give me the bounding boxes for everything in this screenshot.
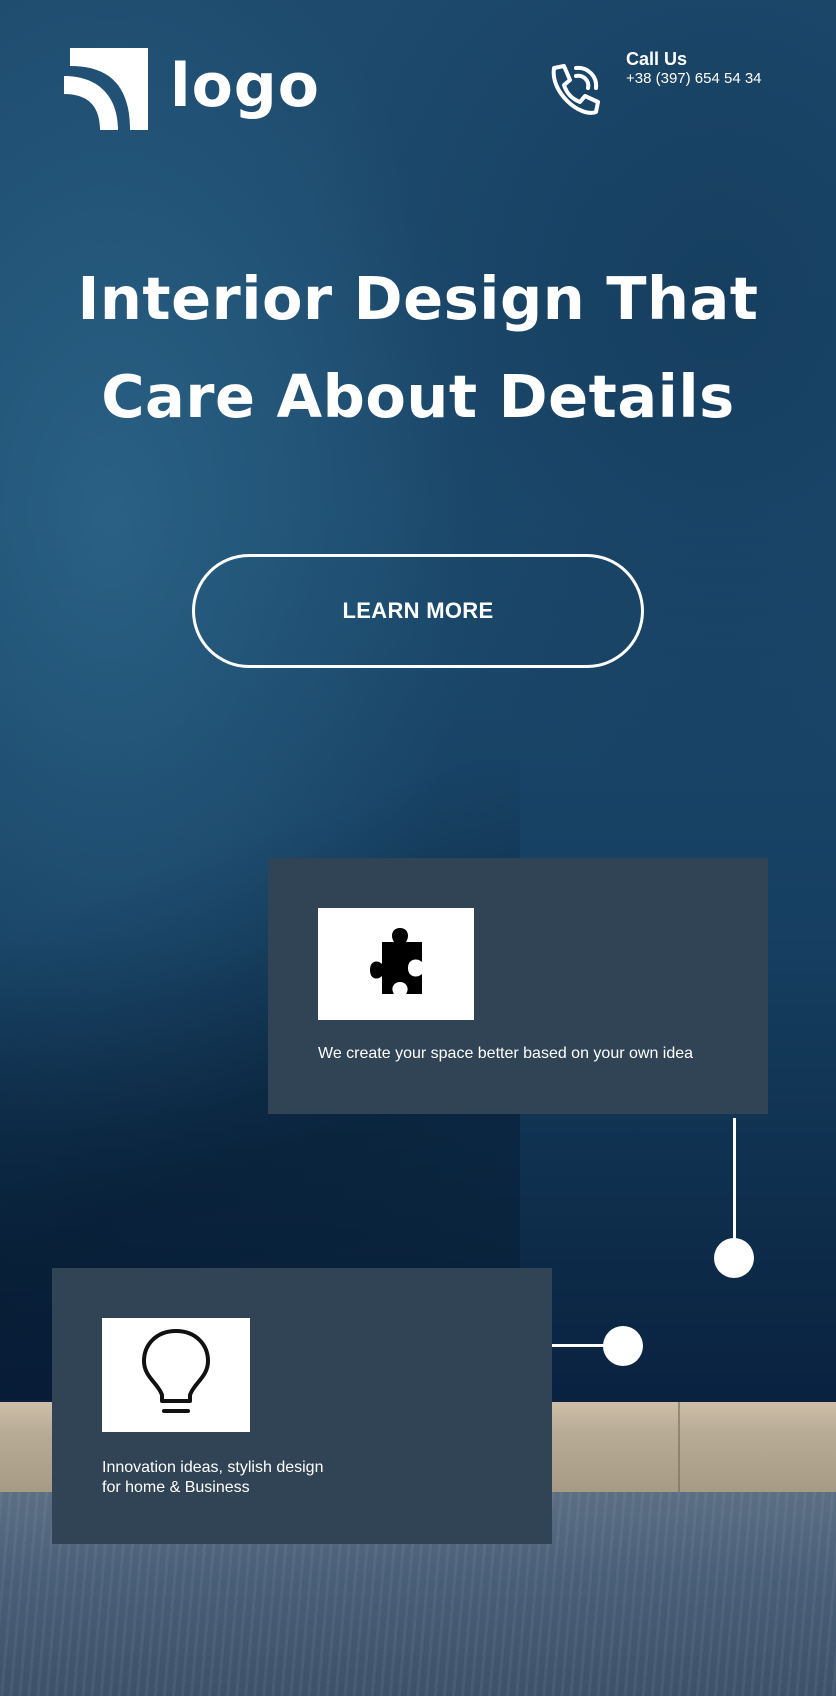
- feature-card: We create your space better based on you…: [268, 858, 768, 1114]
- feature-text: Innovation ideas, stylish design for hom…: [102, 1458, 342, 1498]
- floor-seam: [678, 1402, 680, 1492]
- contact-text: Call Us +38 (397) 654 54 34: [626, 48, 762, 88]
- feature-icon-box: [318, 908, 474, 1020]
- hero-title-line: Interior Design That: [77, 264, 759, 333]
- feature-card: Innovation ideas, stylish design for hom…: [52, 1268, 552, 1544]
- phone-icon: [551, 64, 600, 115]
- hero-title-line: Care About Details: [101, 362, 735, 431]
- feature-text-line: for home & Business: [102, 1479, 250, 1496]
- feature-icon-box: [102, 1318, 250, 1432]
- hero-title: Interior Design That Care About Details: [40, 250, 796, 446]
- learn-more-button[interactable]: LEARN MORE: [192, 554, 644, 668]
- contact-block[interactable]: Call Us +38 (397) 654 54 34: [540, 48, 762, 124]
- connector-dot: [714, 1238, 754, 1278]
- logo-text: logo: [170, 51, 320, 121]
- connector-line: [552, 1344, 608, 1347]
- lightbulb-icon: [142, 1329, 210, 1413]
- contact-label: Call Us: [626, 49, 688, 69]
- phone-number[interactable]: +38 (397) 654 54 34: [626, 70, 762, 88]
- feature-text-line: Innovation ideas, stylish design: [102, 1459, 324, 1476]
- puzzle-piece-icon: [370, 928, 422, 994]
- logo-mark-icon: [64, 48, 148, 130]
- connector-dot: [603, 1326, 643, 1366]
- feature-text: We create your space better based on you…: [318, 1045, 694, 1062]
- connector-line: [733, 1118, 736, 1258]
- logo[interactable]: logo: [64, 46, 320, 132]
